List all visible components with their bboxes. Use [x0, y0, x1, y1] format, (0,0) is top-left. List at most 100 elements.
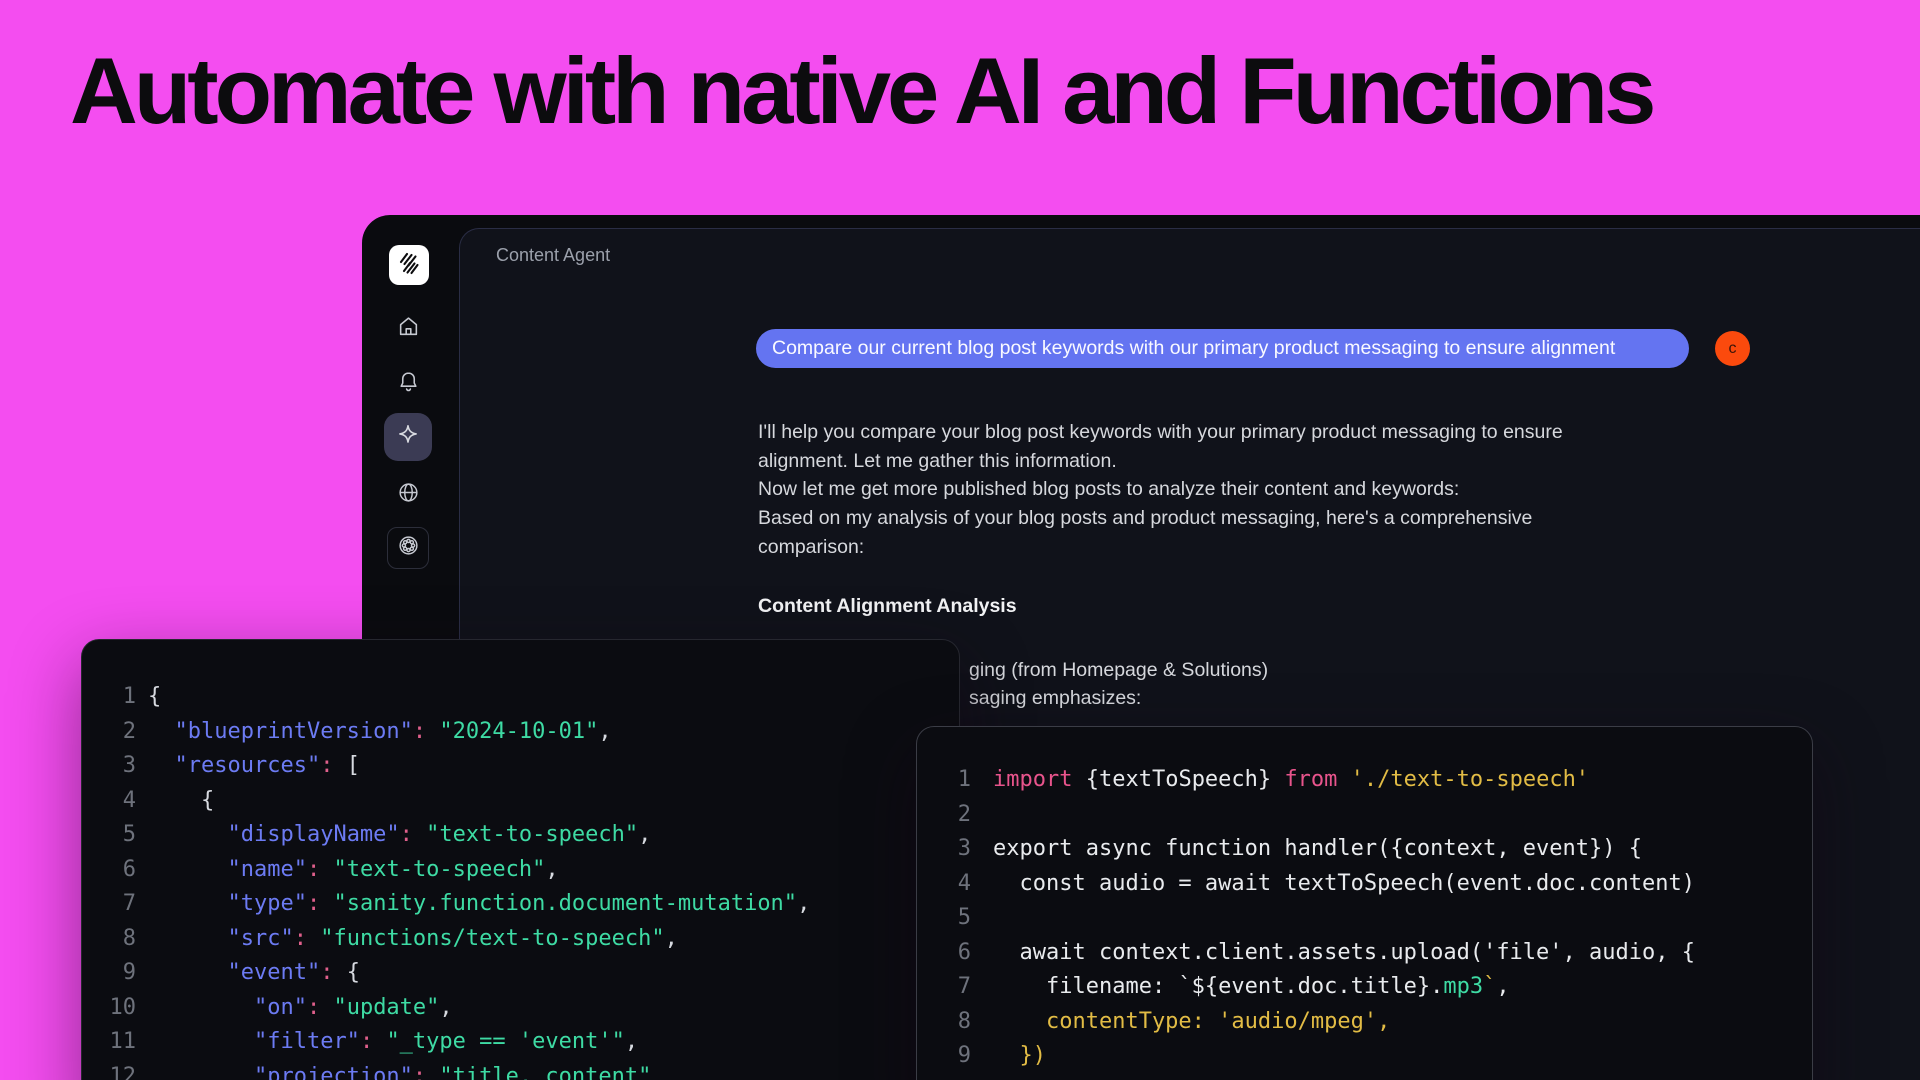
code-token: "text-to-speech" [426, 822, 638, 847]
code-token: { [148, 684, 161, 709]
code-token [148, 822, 227, 847]
code-token: "projection" [254, 1064, 413, 1080]
code-token: , [638, 822, 651, 847]
code-line: 12 "projection": "title, content" [82, 1060, 959, 1080]
code-token [148, 995, 254, 1020]
line-number: 4 [82, 784, 136, 819]
code-line: 2 "blueprintVersion": "2024-10-01", [82, 715, 959, 750]
code-token: , [545, 857, 558, 882]
globe-icon [397, 481, 420, 504]
assistant-line: Based on my analysis of your blog posts … [758, 504, 1563, 533]
code-line: 7 "type": "sanity.function.document-muta… [82, 887, 959, 922]
code-token [148, 1029, 254, 1054]
line-number: 7 [917, 970, 971, 1005]
assistant-message: I'll help you compare your blog post key… [758, 418, 1563, 562]
code-line: 7 filename: `${event.doc.title}.mp3`, [917, 970, 1812, 1005]
user-message-text: Compare our current blog post keywords w… [772, 337, 1615, 360]
code-line: 6 "name": "text-to-speech", [82, 853, 959, 888]
code-token: ` [1483, 974, 1496, 999]
code-token [320, 857, 333, 882]
code-token: , [665, 926, 678, 951]
code-token: , [598, 719, 611, 744]
code-token: "title, content" [439, 1064, 651, 1080]
code-token: : [307, 857, 320, 882]
code-token [320, 891, 333, 916]
code-token: { [148, 788, 214, 813]
section-heading: Content Alignment Analysis [758, 595, 1017, 618]
code-token: : [413, 1064, 426, 1080]
home-icon [397, 315, 420, 338]
code-token: : [307, 891, 320, 916]
line-number: 12 [82, 1060, 136, 1080]
sanity-logo[interactable] [389, 245, 429, 285]
sidebar-item-apps[interactable] [387, 527, 429, 569]
sidebar-item-ai-assist[interactable] [384, 413, 432, 461]
assistant-clipped-line: saging emphasizes: [969, 687, 1141, 710]
code-line: 4 { [82, 784, 959, 819]
handler-js-code-panel: 1import {textToSpeech} from './text-to-s… [916, 726, 1813, 1080]
code-line: 8 "src": "functions/text-to-speech", [82, 922, 959, 957]
code-line: 9 "event": { [82, 956, 959, 991]
sidebar-item-globe[interactable] [396, 480, 420, 504]
code-token: "resources" [175, 753, 321, 778]
code-token: , [797, 891, 810, 916]
line-number: 5 [82, 818, 136, 853]
code-token: , [1496, 974, 1509, 999]
code-token [426, 1064, 439, 1080]
code-token [148, 719, 175, 744]
code-token [320, 995, 333, 1020]
code-token: , [439, 995, 452, 1020]
line-number: 8 [917, 1005, 971, 1040]
code-line: 5 [917, 901, 1812, 936]
code-token: "update" [333, 995, 439, 1020]
code-token: "sanity.function.document-mutation" [333, 891, 797, 916]
code-line: 6 await context.client.assets.upload('fi… [917, 936, 1812, 971]
code-token: , [625, 1029, 638, 1054]
code-token [307, 926, 320, 951]
code-token [148, 960, 227, 985]
code-token: "src" [227, 926, 293, 951]
line-number: 2 [917, 798, 971, 833]
line-number: 7 [82, 887, 136, 922]
user-avatar[interactable]: c [1715, 331, 1750, 366]
bell-icon [397, 370, 420, 393]
avatar-letter: c [1729, 340, 1737, 358]
stage: Automate with native AI and Functions [0, 0, 1920, 1080]
code-line: 3 "resources": [ [82, 749, 959, 784]
code-token: "filter" [254, 1029, 360, 1054]
code-token: : [307, 995, 320, 1020]
assistant-line: comparison: [758, 533, 1563, 562]
code-line: 2 [917, 798, 1812, 833]
code-token [148, 1064, 254, 1080]
code-line: 3export async function handler({context,… [917, 832, 1812, 867]
sidebar-item-notifications[interactable] [396, 369, 420, 393]
code-line: 1{ [82, 680, 959, 715]
code-token: : [360, 1029, 373, 1054]
code-token: "name" [227, 857, 306, 882]
sidebar-item-home[interactable] [396, 314, 420, 338]
code-token: : [400, 822, 413, 847]
code-line: 5 "displayName": "text-to-speech", [82, 818, 959, 853]
line-number: 11 [82, 1025, 136, 1060]
line-number: 2 [82, 715, 136, 750]
code-token: "2024-10-01" [439, 719, 598, 744]
code-token: "blueprintVersion" [175, 719, 413, 744]
code-line: 10 "on": "update", [82, 991, 959, 1026]
code-line: 8 contentType: 'audio/mpeg', [917, 1005, 1812, 1040]
code-token [148, 891, 227, 916]
code-line: 1import {textToSpeech} from './text-to-s… [917, 763, 1812, 798]
line-number: 10 [82, 991, 136, 1026]
line-number: 6 [82, 853, 136, 888]
code-token: "event" [227, 960, 320, 985]
code-token: const audio = await textToSpeech(event.d… [993, 871, 1695, 896]
code-token: "functions/text-to-speech" [320, 926, 664, 951]
code-token: [ [333, 753, 360, 778]
code-token: "_type == 'event'" [386, 1029, 624, 1054]
code-line: 9 }) [917, 1039, 1812, 1074]
code-token: import [993, 767, 1072, 792]
code-token [373, 1029, 386, 1054]
line-number: 5 [917, 901, 971, 936]
code-token: : [413, 719, 426, 744]
scribble-logo-icon [396, 250, 422, 281]
code-token [413, 822, 426, 847]
